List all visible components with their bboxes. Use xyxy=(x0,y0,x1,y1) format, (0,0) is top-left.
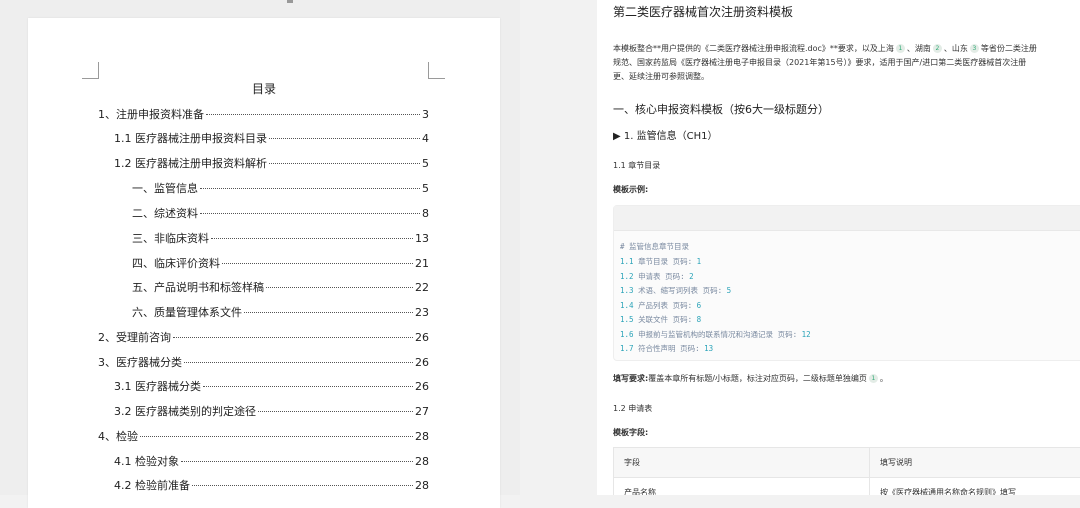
margin-corner-mark xyxy=(428,62,445,79)
fields-table: 字段 填写说明 产品名称 按《医疗器械通用名称命名规则》填写 xyxy=(613,447,1080,495)
document-page: 目录 1、注册申报资料准备3 1.1 医疗器械注册申报资料目录4 1.2 医疗器… xyxy=(28,18,500,508)
toc-entry[interactable]: 4.1 检验对象28 xyxy=(114,453,429,469)
intro-paragraph: 本模板整合**用户提供的《二类医疗器械注册申报流程.doc》**要求，以及上海1… xyxy=(613,42,1080,84)
code-block: # 监管信息章节目录 1.1 章节目录 页码: 1 1.2 申请表 页码: 2 … xyxy=(613,205,1080,361)
toc-entry[interactable]: 1.2 医疗器械注册申报资料解析5 xyxy=(114,155,429,171)
margin-corner-mark xyxy=(82,62,99,79)
ruler-marker xyxy=(287,0,293,3)
code-line: 1.3 术语、缩写词列表 页码: 5 xyxy=(620,285,731,296)
fields-label: 模板字段: xyxy=(613,427,648,438)
code-line: 1.6 申报前与监管机构的联系情况和沟通记录 页码: 12 xyxy=(620,329,811,340)
subsection-heading: 1.2 申请表 xyxy=(613,403,652,414)
toc-entry[interactable]: 二、综述资料8 xyxy=(132,205,429,221)
toc-entry[interactable]: 3、医疗器械分类26 xyxy=(98,354,429,370)
fill-requirement: 填写要求:覆盖本章所有标题/小标题，标注对应页码，二级标题单独编页1。 xyxy=(613,373,888,384)
table-header-row: 字段 填写说明 xyxy=(614,448,1080,478)
toc-entry[interactable]: 四、临床评价资料21 xyxy=(132,255,429,271)
citation-badge[interactable]: 3 xyxy=(970,44,979,53)
citation-badge[interactable]: 2 xyxy=(933,44,942,53)
toc-entry[interactable]: 六、质量管理体系文件23 xyxy=(132,304,429,320)
chapter-toggle[interactable]: ▶ 1. 监管信息（CH1） xyxy=(613,127,717,142)
toc-entry[interactable]: 3.1 医疗器械分类26 xyxy=(114,378,429,394)
code-block-header xyxy=(614,206,1080,231)
table-row: 产品名称 按《医疗器械通用名称命名规则》填写 xyxy=(614,478,1080,496)
code-comment: # 监管信息章节目录 xyxy=(620,241,689,252)
section-heading: 一、核心申报资料模板（按6大一级标题分） xyxy=(613,101,829,117)
toc-entry[interactable]: 三、非临床资料13 xyxy=(132,230,429,246)
toc-entry[interactable]: 4、检验28 xyxy=(98,428,429,444)
toc-entry[interactable]: 3.2 医疗器械类别的判定途径27 xyxy=(114,403,429,419)
toc-entry[interactable]: 2、受理前咨询26 xyxy=(98,329,429,345)
toc-entry[interactable]: 1.1 医疗器械注册申报资料目录4 xyxy=(114,130,429,146)
toc-entry[interactable]: 4.2 检验前准备28 xyxy=(114,477,429,493)
document-pane: 目录 1、注册申报资料准备3 1.1 医疗器械注册申报资料目录4 1.2 医疗器… xyxy=(0,0,520,495)
subsection-heading: 1.1 章节目录 xyxy=(613,160,660,171)
toc-title: 目录 xyxy=(28,80,500,97)
toc-entry[interactable]: 五、产品说明书和标签样稿22 xyxy=(132,279,429,295)
code-line: 1.1 章节目录 页码: 1 xyxy=(620,256,701,267)
code-line: 1.2 申请表 页码: 2 xyxy=(620,271,694,282)
toc-entry[interactable]: 一、监管信息5 xyxy=(132,180,429,196)
citation-badge[interactable]: 1 xyxy=(869,374,878,383)
code-line: 1.5 关联文件 页码: 8 xyxy=(620,314,701,325)
response-title: 第二类医疗器械首次注册资料模板 xyxy=(613,3,793,20)
chat-response-pane: 第二类医疗器械首次注册资料模板 本模板整合**用户提供的《二类医疗器械注册申报流… xyxy=(597,0,1080,495)
code-line: 1.7 符合性声明 页码: 13 xyxy=(620,343,713,354)
example-label: 模板示例: xyxy=(613,184,648,195)
code-line: 1.4 产品列表 页码: 6 xyxy=(620,300,701,311)
citation-badge[interactable]: 1 xyxy=(896,44,905,53)
toc-entry[interactable]: 1、注册申报资料准备3 xyxy=(98,106,429,122)
